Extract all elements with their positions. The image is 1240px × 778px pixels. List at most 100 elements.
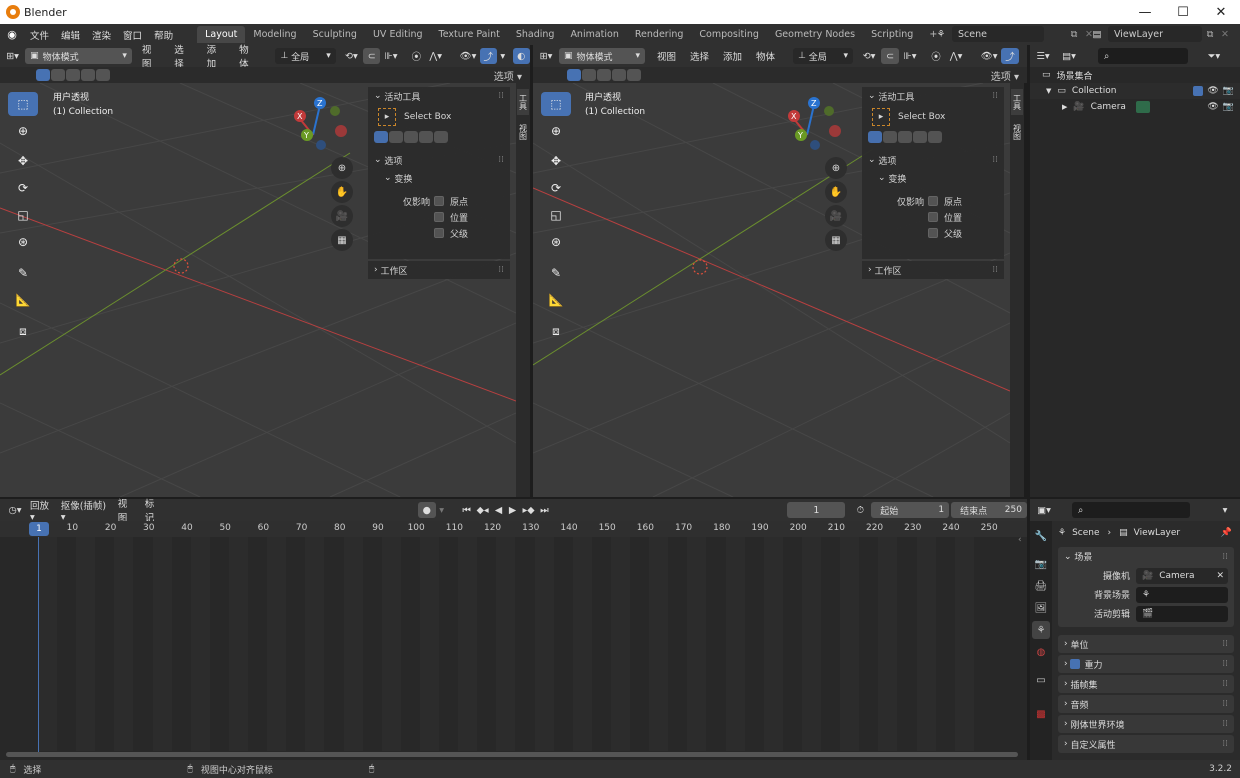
mode-subtract-icon[interactable] [898, 131, 912, 143]
navigation-gizmo[interactable]: Z X Y [292, 93, 352, 153]
camera-view-icon[interactable]: 🎥 [825, 205, 847, 227]
outliner-row-scene-collection[interactable]: ▭ 场景集合 [1030, 67, 1240, 83]
cursor-tool-icon[interactable]: ⊕ [541, 119, 571, 143]
snap-target-icon[interactable]: ⊪▾ [380, 51, 401, 62]
orientation-dropdown[interactable]: ⊥ 全局 ▾ [793, 48, 854, 64]
menu-select[interactable]: 选择 [690, 49, 709, 63]
move-tool-icon[interactable]: ✥ [8, 149, 38, 173]
menu-select[interactable]: 选择 [174, 42, 192, 70]
falloff-icon[interactable]: ⋀▾ [945, 51, 967, 62]
parents-checkbox[interactable] [434, 228, 444, 238]
minimize-button[interactable]: — [1126, 0, 1164, 24]
options-dropdown[interactable]: 选项 ▾ [494, 68, 522, 83]
properties-search-input[interactable]: ⌕ [1072, 502, 1190, 518]
tab-compositing[interactable]: Compositing [691, 26, 767, 43]
mode-invert-icon[interactable] [419, 131, 433, 143]
menu-edit[interactable]: 编辑 [55, 28, 86, 42]
cursor-tool-icon[interactable]: ⊕ [8, 119, 38, 143]
drag-handle-icon[interactable]: ⁞⁞ [498, 91, 504, 101]
play-reverse-icon[interactable]: ◀ [492, 505, 506, 516]
camera-field[interactable]: 🎥 Camera ✕ [1136, 567, 1228, 584]
menu-object[interactable]: 物体 [756, 49, 775, 63]
editor-type-icon[interactable]: ⊞▾ [533, 51, 559, 62]
horizontal-scrollbar[interactable] [6, 752, 1018, 757]
snap-icon[interactable]: ⊂ [362, 48, 381, 64]
drag-handle-icon[interactable]: ⁞⁞ [1222, 659, 1228, 669]
menu-view[interactable]: 视图 [657, 49, 676, 63]
tab-shading[interactable]: Shading [508, 26, 563, 43]
editor-type-icon[interactable]: ☰▾ [1030, 51, 1056, 62]
left-workspace-section[interactable]: › 工作区 ⁞⁞ [368, 261, 510, 279]
annotate-tool-icon[interactable]: ✎ [541, 261, 571, 285]
options-dropdown[interactable]: 选项 ▾ [991, 68, 1019, 83]
jump-end-icon[interactable]: ⏭ [537, 505, 551, 516]
properties-editor-type-icon[interactable]: ▣▾ [1030, 505, 1058, 516]
drag-handle-icon[interactable]: ⁞⁞ [1222, 739, 1228, 749]
select-subtract-icon[interactable] [66, 69, 80, 81]
collection-exclude-checkbox[interactable] [1193, 86, 1204, 96]
select-new-icon[interactable] [567, 69, 581, 81]
menu-view[interactable]: 视图 [142, 42, 160, 70]
tab-rendering[interactable]: Rendering [627, 26, 692, 43]
zoom-icon[interactable]: ⊕ [331, 157, 353, 179]
origins-checkbox[interactable] [434, 196, 444, 206]
menu-add[interactable]: 添加 [207, 42, 225, 70]
annotate-tool-icon[interactable]: ✎ [8, 261, 38, 285]
render-camera-icon[interactable]: 📷 [1223, 86, 1234, 96]
left-3d-viewport[interactable]: ⬚ ⊕ ✥ ⟳ ◱ ⊛ ✎ 📐 ⧈ 用户透视 (1) Collection Z … [0, 83, 516, 497]
tab-sculpting[interactable]: Sculpting [305, 26, 365, 43]
tool-tab-icon[interactable]: 🔧 [1032, 527, 1050, 545]
custom-properties-section[interactable]: › 自定义属性 ⁞⁞ [1058, 735, 1234, 753]
menu-file[interactable]: 文件 [24, 28, 55, 42]
select-invert-icon[interactable] [81, 69, 95, 81]
select-subtract-icon[interactable] [597, 69, 611, 81]
timeline-view-menu[interactable]: 视图 [118, 496, 137, 524]
add-cube-tool-icon[interactable]: ⧈ [8, 319, 38, 343]
current-frame-field[interactable]: 1 [787, 502, 846, 518]
pan-hand-icon[interactable]: ✋ [331, 181, 353, 203]
snap-target-icon[interactable]: ⊪▾ [899, 51, 921, 62]
outliner-row-collection[interactable]: ▼ ▭ Collection 👁 📷 [1030, 83, 1240, 99]
mode-subtract-icon[interactable] [404, 131, 418, 143]
tab-texture-paint[interactable]: Texture Paint [431, 26, 508, 43]
zoom-icon[interactable]: ⊕ [825, 157, 847, 179]
select-new-icon[interactable] [36, 69, 50, 81]
tab-tool[interactable]: 工具 [517, 89, 529, 115]
texture-tab-icon[interactable]: ▩ [1032, 705, 1050, 723]
rotate-tool-icon[interactable]: ⟳ [8, 176, 38, 200]
audio-section[interactable]: › 音频 ⁞⁞ [1058, 695, 1234, 713]
right-3d-viewport[interactable]: ⬚ ⊕ ✥ ⟳ ◱ ⊛ ✎ 📐 ⧈ 用户透视 (1) Collection Z … [533, 83, 1010, 497]
transform-subsection[interactable]: ⌄ 变换 [368, 169, 510, 187]
transform-tool-icon[interactable]: ⊛ [8, 230, 38, 254]
active-tool-section[interactable]: ⌄ 活动工具 ⁞⁞ [862, 87, 1004, 105]
pivot-icon[interactable]: ⟲▾ [340, 51, 363, 62]
marker-menu[interactable]: 标记 [145, 496, 164, 524]
drag-handle-icon[interactable]: ⁞⁞ [498, 155, 504, 165]
render-tab-icon[interactable]: 📷 [1032, 555, 1050, 573]
gravity-section[interactable]: › 重力 ⁞⁞ [1058, 655, 1234, 673]
new-viewlayer-icon[interactable]: ⧉ [1202, 29, 1218, 40]
navigation-gizmo[interactable]: Z X Y [786, 93, 846, 153]
locations-checkbox[interactable] [434, 212, 444, 222]
preview-range-icon[interactable]: ⏱ [849, 505, 871, 516]
tab-view[interactable]: 视图 [517, 119, 529, 145]
transform-tool-icon[interactable]: ⊛ [541, 230, 571, 254]
viewlayer-icon[interactable]: ▤ [1086, 29, 1108, 40]
rigid-body-world-section[interactable]: › 刚体世界环境 ⁞⁞ [1058, 715, 1234, 733]
falloff-icon[interactable]: ⋀▾ [425, 51, 446, 62]
camera-data-icon[interactable] [1135, 101, 1150, 113]
menu-help[interactable]: 帮助 [148, 28, 179, 42]
new-scene-icon[interactable]: ⧉ [1066, 29, 1082, 40]
ortho-grid-icon[interactable]: ▦ [825, 229, 847, 251]
menu-render[interactable]: 渲染 [86, 28, 117, 42]
timeline-editor-type-icon[interactable]: ◷▾ [0, 505, 30, 516]
view-layer-tab-icon[interactable]: 🖼 [1032, 599, 1050, 617]
menu-object[interactable]: 物体 [239, 42, 257, 70]
active-clip-field[interactable]: 🎬 [1136, 605, 1228, 622]
visibility-icon[interactable]: 👁▾ [977, 51, 1001, 62]
menu-window[interactable]: 窗口 [117, 28, 148, 42]
select-box-tool-icon[interactable]: ⬚ [541, 92, 571, 116]
playhead-line[interactable] [38, 537, 39, 755]
jump-start-icon[interactable]: ⏮ [460, 505, 474, 516]
pivot-icon[interactable]: ⟲▾ [857, 51, 881, 62]
